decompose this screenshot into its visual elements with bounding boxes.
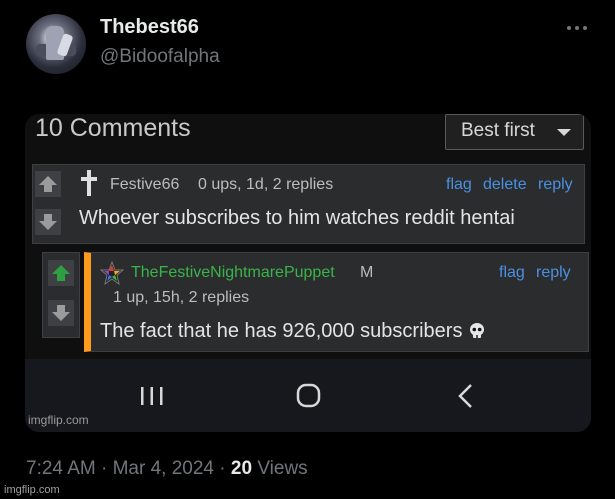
- comment-body: The fact that he has 926,000 subscribers: [100, 320, 463, 342]
- arrow-down-icon: [52, 305, 70, 321]
- comment-body-row: The fact that he has 926,000 subscribers: [100, 320, 486, 343]
- arrow-down-icon: [39, 214, 57, 230]
- avatar[interactable]: [26, 14, 86, 74]
- more-horizontal-icon[interactable]: [565, 18, 589, 38]
- reply-comment-card: TheFestiveNightmarePuppet M flag reply 1…: [84, 252, 589, 352]
- comment-username[interactable]: TheFestiveNightmarePuppet: [131, 264, 335, 282]
- downvote-button[interactable]: [48, 300, 74, 326]
- skull-icon: [470, 323, 485, 338]
- downvote-button[interactable]: [35, 209, 61, 235]
- tweet-date[interactable]: Mar 4, 2024: [113, 458, 214, 479]
- reply-link[interactable]: reply: [538, 176, 573, 194]
- comments-title: 10 Comments: [35, 114, 191, 142]
- comment-username[interactable]: Festive66: [110, 176, 179, 194]
- back-icon[interactable]: [446, 381, 486, 411]
- display-name[interactable]: Thebest66: [100, 16, 199, 39]
- caret-down-icon: [557, 129, 571, 136]
- upvote-button[interactable]: [48, 260, 74, 286]
- comment-meta: 0 ups, 1d, 2 replies: [198, 176, 334, 193]
- tweet-timestamp: 7:24 AM · Mar 4, 2024 · 20 Views: [26, 458, 308, 480]
- reply-link[interactable]: reply: [536, 264, 571, 282]
- android-nav-bar: [25, 359, 591, 432]
- arrow-up-icon: [52, 265, 70, 281]
- home-icon[interactable]: [288, 381, 328, 411]
- user-handle[interactable]: @Bidoofalpha: [100, 46, 220, 68]
- separator: ·: [101, 458, 108, 479]
- rainbow-star-icon: [100, 261, 124, 285]
- views-label: Views: [257, 458, 308, 479]
- imgflip-watermark: imgflip.com: [28, 413, 89, 427]
- comment-card: Festive66 0 ups, 1d, 2 replies flag dele…: [32, 164, 585, 244]
- embedded-screenshot: 10 Comments Best first Festive66 0 ups, …: [25, 114, 591, 432]
- delete-link[interactable]: delete: [483, 176, 527, 194]
- separator: ·: [219, 458, 226, 479]
- flag-link[interactable]: flag: [499, 264, 525, 282]
- reply-vote-column: [42, 252, 80, 338]
- views-count: 20: [230, 458, 253, 479]
- comment-body: Whoever subscribes to him watches reddit…: [79, 207, 515, 229]
- cross-icon: [81, 170, 97, 196]
- recent-apps-icon[interactable]: [132, 381, 172, 411]
- upvote-button[interactable]: [35, 171, 61, 197]
- tweet-time[interactable]: 7:24 AM: [26, 458, 96, 479]
- sort-select-label: Best first: [461, 120, 535, 141]
- arrow-up-icon: [39, 176, 57, 192]
- flag-link[interactable]: flag: [446, 176, 472, 194]
- sort-select[interactable]: Best first: [445, 114, 584, 150]
- imgflip-watermark: imgflip.com: [4, 484, 60, 496]
- comment-meta: 1 up, 15h, 2 replies: [113, 289, 250, 306]
- mod-badge: M: [360, 264, 374, 281]
